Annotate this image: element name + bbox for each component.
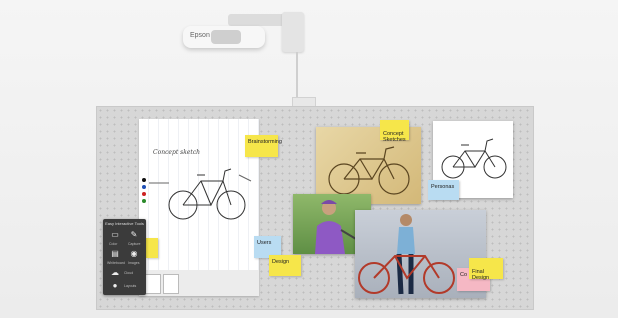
pen-color-green[interactable] [142,199,146,203]
sketch-document[interactable]: Concept sketch [139,119,259,296]
user-icon[interactable]: ● [108,280,122,292]
projector-logo: Epson [190,32,210,39]
document-icon[interactable]: ▤ [108,248,122,260]
panel-item-label: Cloud [124,271,134,275]
tool-panel-title: Easy Interactive Tools [105,221,144,226]
sticky-note-text: Design [272,259,290,265]
tool-panel: Easy Interactive Tools ▭ ✎ Color Capture… [103,219,146,295]
sticky-note-text: Final Design [472,268,490,282]
whiteboard-icon[interactable]: ▭ [108,229,122,241]
sticky-note-text: Brainstorming [248,139,282,145]
sticky-note-design[interactable]: Design [269,255,301,276]
panel-item-label: Color [109,242,118,246]
sticky-note-brainstorming[interactable]: Brainstorming [245,135,282,157]
projector-lens [211,30,241,44]
pen-color-blue[interactable] [142,185,146,189]
sticky-note-personas[interactable]: Personas [428,180,459,200]
sticky-note-text: Personas [431,184,455,190]
page-thumbnail-strip [139,270,259,296]
pen-icon[interactable]: ✎ [127,229,141,241]
sticky-note-concept-sketches[interactable]: Concept Sketches [380,120,409,143]
sticky-note-partial[interactable] [146,238,158,258]
projector-cable [296,52,298,98]
sticky-note-text: Users [257,240,272,246]
pen-color-black[interactable] [142,178,146,182]
projector-wall-mount [282,12,304,52]
ultra-short-throw-projector: Epson [183,26,265,48]
panel-item-label: Images [128,261,140,265]
page-thumbnail[interactable] [145,274,161,294]
panel-item-label: Layouts [124,284,137,288]
pen-color-palette [142,178,146,206]
sticky-note-final-design[interactable]: Final Design [469,258,503,282]
camera-icon[interactable]: ◉ [127,248,141,260]
panel-item-label: Whiteboard [107,261,125,265]
sticky-note-text: Co [460,272,468,278]
cloud-icon[interactable]: ☁ [108,267,122,279]
sticky-note-text: Concept Sketches [383,130,406,144]
panel-item-label: Capture [128,242,141,246]
page-thumbnail[interactable] [163,274,179,294]
pen-color-red[interactable] [142,192,146,196]
